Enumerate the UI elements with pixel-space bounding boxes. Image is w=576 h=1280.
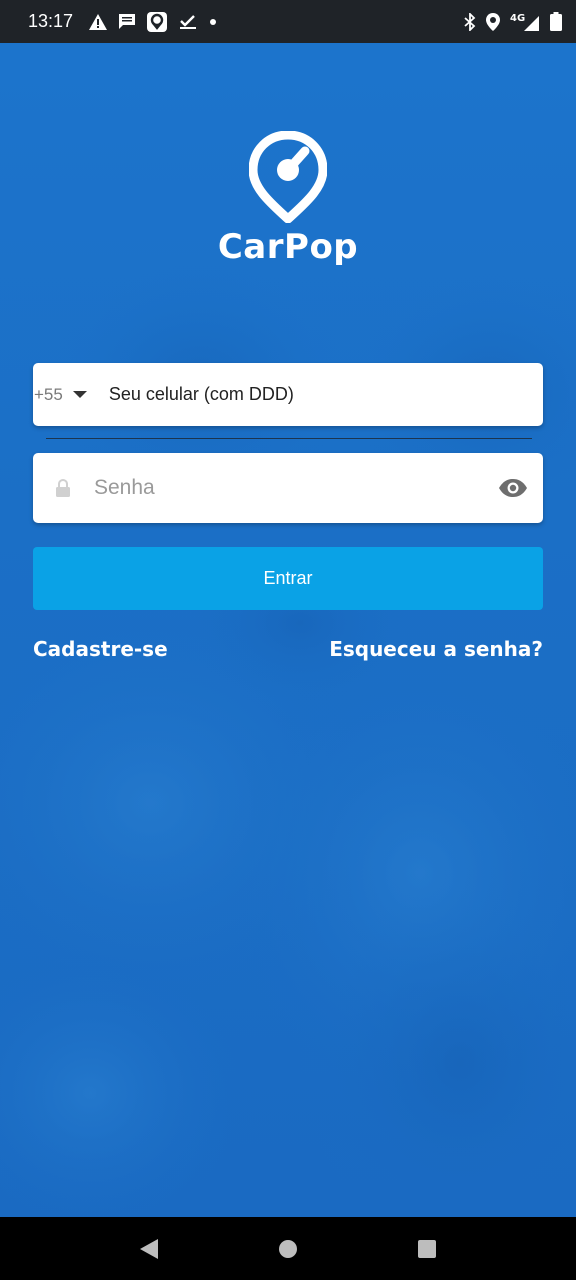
- chevron-down-icon: [72, 391, 87, 398]
- brand-name: CarPop: [217, 227, 359, 267]
- recents-icon[interactable]: [417, 1239, 437, 1259]
- back-icon[interactable]: [139, 1238, 159, 1260]
- password-field-container: [33, 453, 543, 523]
- show-password-eye-icon[interactable]: [498, 478, 528, 498]
- network-type: 4G: [510, 13, 525, 24]
- status-time: 13:17: [28, 11, 74, 31]
- forgot-password-link[interactable]: Esqueceu a senha?: [329, 637, 543, 661]
- battery-icon: [550, 12, 562, 31]
- signup-link[interactable]: Cadastre-se: [33, 637, 168, 661]
- country-code-value: +55: [34, 384, 63, 404]
- home-icon[interactable]: [278, 1239, 298, 1259]
- brand-logo: CarPop: [0, 131, 576, 267]
- status-bar: 13:17 4G: [0, 0, 576, 43]
- check-icon: [179, 14, 197, 30]
- password-input[interactable]: [92, 475, 466, 501]
- location-pin-icon: [486, 12, 500, 31]
- dot-icon: [209, 18, 217, 26]
- phone-input[interactable]: [106, 383, 491, 406]
- message-icon: [119, 14, 136, 29]
- system-icons: 4G: [464, 12, 562, 32]
- system-nav-bar: [0, 1217, 576, 1280]
- phone-field-container: +55: [33, 363, 543, 426]
- country-code-select[interactable]: +55: [34, 385, 87, 405]
- login-button[interactable]: Entrar: [33, 547, 543, 610]
- divider: [46, 438, 532, 439]
- signal-icon: 4G: [510, 12, 540, 32]
- warning-icon: [89, 13, 108, 30]
- bluetooth-icon: [464, 12, 476, 31]
- login-screen: CarPop +55 Entrar Cadastre-se Esqueceu a…: [0, 43, 576, 1217]
- carpop-pin-logo-icon: [249, 131, 327, 223]
- notification-icons: [89, 11, 217, 32]
- lock-icon: [56, 479, 70, 497]
- location-app-icon: [147, 11, 168, 32]
